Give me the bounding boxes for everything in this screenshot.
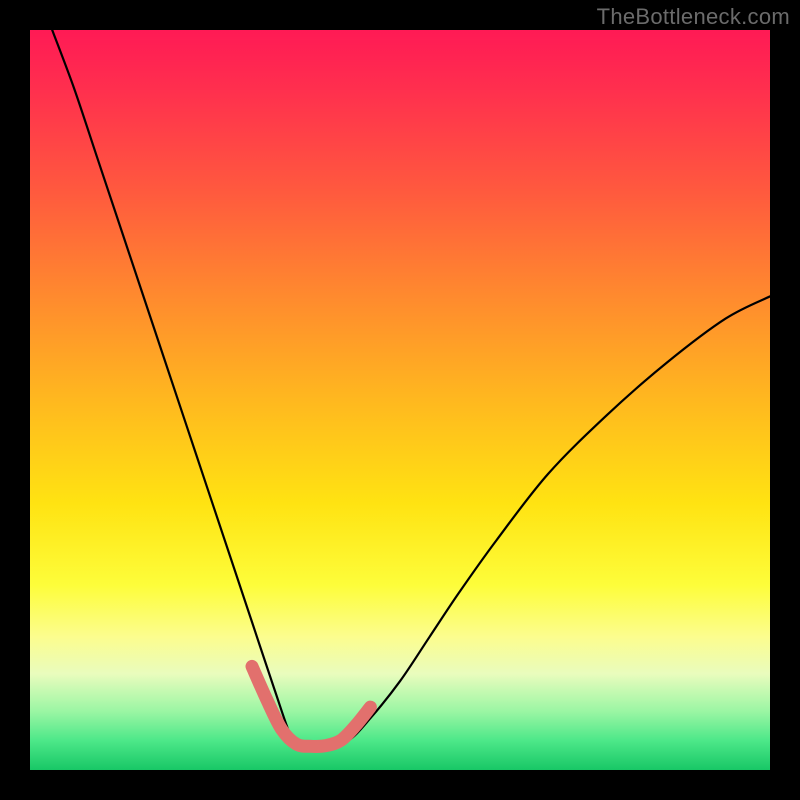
- chart-frame: TheBottleneck.com: [0, 0, 800, 800]
- watermark-text: TheBottleneck.com: [597, 4, 790, 30]
- curve-layer: [30, 30, 770, 770]
- plot-area: [30, 30, 770, 770]
- bottleneck-curve: [52, 30, 770, 746]
